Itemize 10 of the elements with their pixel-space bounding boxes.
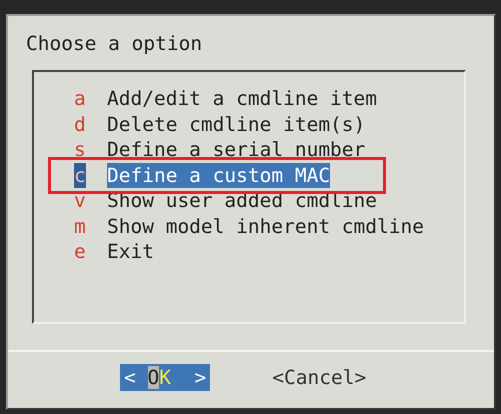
menu-item[interactable]: Show model inherent cmdline (107, 214, 424, 239)
menu-item[interactable]: Define a custom MAC (107, 162, 330, 188)
cancel-button[interactable]: <Cancel> (270, 364, 368, 391)
menu-item[interactable]: Define a serial number (107, 137, 366, 162)
dialog-title: Choose a option (25, 32, 204, 56)
menu-item-key[interactable]: c (74, 162, 86, 188)
menu-item[interactable]: Delete cmdline item(s) (107, 112, 366, 137)
menu-item[interactable]: Add/edit a cmdline item (107, 86, 378, 112)
menu-item[interactable]: Exit (107, 239, 154, 264)
ok-button[interactable]: < OK > (120, 364, 210, 391)
